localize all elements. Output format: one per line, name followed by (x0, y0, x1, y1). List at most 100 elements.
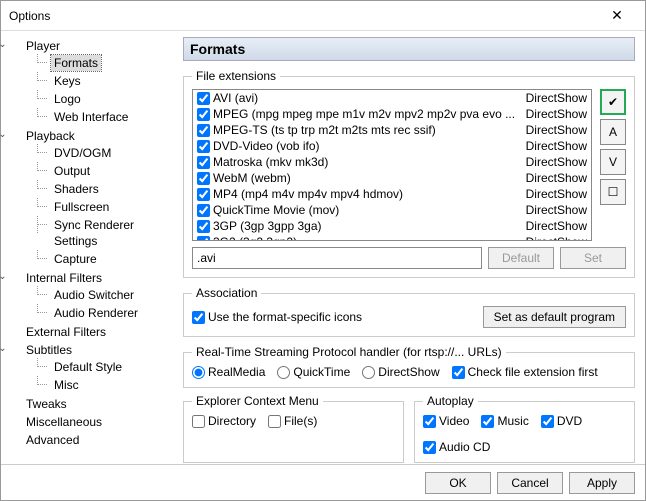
extension-source: DirectShow (526, 171, 587, 185)
extension-label: WebM (webm) (213, 171, 520, 185)
extension-source: DirectShow (526, 219, 587, 233)
use-icons-checkbox[interactable]: Use the format-specific icons (192, 310, 475, 324)
tree-web-interface[interactable]: Web Interface (37, 108, 175, 126)
tree-shaders[interactable]: Shaders (37, 180, 175, 198)
extension-label: MP4 (mp4 m4v mp4v mpv4 hdmov) (213, 187, 520, 201)
tree-sync[interactable]: Sync Renderer Settings (37, 216, 175, 250)
ctx-directory-checkbox[interactable]: Directory (192, 414, 256, 428)
content-area: ⌄Player Formats Keys Logo Web Interface … (1, 31, 645, 463)
set-button[interactable]: Set (560, 247, 626, 269)
tree-playback[interactable]: ⌄Playback DVD/OGM Output Shaders Fullscr… (9, 127, 175, 269)
default-button[interactable]: Default (488, 247, 554, 269)
extension-source: DirectShow (526, 107, 587, 121)
select-audio-button[interactable]: A (600, 119, 626, 145)
tree-audio-renderer[interactable]: Audio Renderer (37, 304, 175, 322)
autoplay-video-checkbox[interactable]: Video (423, 414, 469, 428)
check-icon: ✔ (608, 95, 618, 109)
autoplay-dvd-checkbox[interactable]: DVD (541, 414, 582, 428)
extension-item[interactable]: QuickTime Movie (mov) DirectShow (193, 202, 591, 218)
tree-capture[interactable]: Capture (37, 250, 175, 268)
chevron-down-icon[interactable]: ⌄ (0, 130, 8, 141)
tree-fullscreen[interactable]: Fullscreen (37, 198, 175, 216)
extension-checkbox[interactable] (197, 172, 210, 185)
tree-advanced[interactable]: Advanced (9, 431, 175, 449)
extension-label: QuickTime Movie (mov) (213, 203, 520, 217)
title-bar: Options ✕ (1, 1, 645, 31)
tree-subtitles-misc[interactable]: Misc (37, 376, 175, 394)
tree-logo[interactable]: Logo (37, 90, 175, 108)
tree-internal-filters[interactable]: ⌄Internal Filters Audio Switcher Audio R… (9, 269, 175, 323)
extension-source: DirectShow (526, 203, 587, 217)
extension-checkbox[interactable] (197, 108, 210, 121)
window-title: Options (9, 9, 597, 23)
extension-item[interactable]: MPEG (mpg mpeg mpe m1v m2v mpv2 mp2v pva… (193, 106, 591, 122)
set-default-program-button[interactable]: Set as default program (483, 306, 626, 328)
close-icon[interactable]: ✕ (597, 7, 637, 24)
association-group: Association Use the format-specific icon… (183, 286, 635, 337)
extension-checkbox[interactable] (197, 140, 210, 153)
extension-item[interactable]: WebM (webm) DirectShow (193, 170, 591, 186)
extension-item[interactable]: MP4 (mp4 m4v mp4v mpv4 hdmov)DirectShow (193, 186, 591, 202)
context-menu-legend: Explorer Context Menu (192, 394, 323, 408)
tree-external-filters[interactable]: External Filters (9, 323, 175, 341)
tree-subtitles[interactable]: ⌄Subtitles Default Style Misc (9, 341, 175, 395)
extension-input[interactable] (192, 247, 482, 269)
select-all-video-button[interactable]: ✔ (600, 89, 626, 115)
tree-tweaks[interactable]: Tweaks (9, 395, 175, 413)
file-extensions-group: File extensions AVI (avi)DirectShowMPEG … (183, 69, 635, 278)
rtsp-realmedia-radio[interactable]: RealMedia (192, 365, 265, 379)
extension-item[interactable]: AVI (avi)DirectShow (193, 90, 591, 106)
extension-checkbox[interactable] (197, 124, 210, 137)
tree-audio-switcher[interactable]: Audio Switcher (37, 286, 175, 304)
extension-label: 3GP (3gp 3gpp 3ga) (213, 219, 520, 233)
extension-item[interactable]: Matroska (mkv mk3d)DirectShow (193, 154, 591, 170)
cancel-button[interactable]: Cancel (497, 472, 563, 494)
extension-checkbox[interactable] (197, 156, 210, 169)
rtsp-directshow-radio[interactable]: DirectShow (362, 365, 439, 379)
select-none-button[interactable]: ☐ (600, 179, 626, 205)
tree-default-style[interactable]: Default Style (37, 358, 175, 376)
autoplay-group: Autoplay Video Music DVD Audio CD (414, 394, 635, 463)
uncheck-icon: ☐ (608, 185, 619, 199)
check-ext-first-checkbox[interactable]: Check file extension first (452, 365, 598, 379)
autoplay-legend: Autoplay (423, 394, 478, 408)
select-video-button[interactable]: V (600, 149, 626, 175)
tree-dvdogm[interactable]: DVD/OGM (37, 144, 175, 162)
extension-list[interactable]: AVI (avi)DirectShowMPEG (mpg mpeg mpe m1… (192, 89, 592, 241)
page-title: Formats (183, 37, 635, 61)
extension-source: DirectShow (526, 235, 587, 241)
tree-keys[interactable]: Keys (37, 72, 175, 90)
extension-checkbox[interactable] (197, 188, 210, 201)
extension-item[interactable]: 3G2 (3g2 3gp2) DirectShow (193, 234, 591, 241)
chevron-down-icon[interactable]: ⌄ (0, 272, 8, 283)
chevron-down-icon[interactable]: ⌄ (0, 40, 8, 51)
extension-checkbox[interactable] (197, 204, 210, 217)
extension-item[interactable]: DVD-Video (vob ifo)DirectShow (193, 138, 591, 154)
main-panel: Formats File extensions AVI (avi)DirectS… (179, 31, 645, 463)
file-extensions-legend: File extensions (192, 69, 280, 83)
dialog-footer: OK Cancel Apply (1, 464, 645, 500)
extension-label: MPEG (mpg mpeg mpe m1v m2v mpv2 mp2v pva… (213, 107, 520, 121)
apply-button[interactable]: Apply (569, 472, 635, 494)
autoplay-music-checkbox[interactable]: Music (481, 414, 528, 428)
tree-player[interactable]: ⌄Player Formats Keys Logo Web Interface (9, 37, 175, 127)
extension-label: 3G2 (3g2 3gp2) (213, 235, 520, 241)
extension-item[interactable]: 3GP (3gp 3gpp 3ga) DirectShow (193, 218, 591, 234)
extension-source: DirectShow (526, 139, 587, 153)
extension-item[interactable]: MPEG-TS (ts tp trp m2t m2ts mts rec ssif… (193, 122, 591, 138)
extension-checkbox[interactable] (197, 220, 210, 233)
extension-label: AVI (avi) (213, 91, 520, 105)
extension-checkbox[interactable] (197, 236, 210, 242)
tree-formats[interactable]: Formats (37, 54, 175, 72)
tree-output[interactable]: Output (37, 162, 175, 180)
rtsp-quicktime-radio[interactable]: QuickTime (277, 365, 350, 379)
rtsp-group: Real-Time Streaming Protocol handler (fo… (183, 345, 635, 388)
autoplay-audiocd-checkbox[interactable]: Audio CD (423, 440, 490, 454)
nav-tree: ⌄Player Formats Keys Logo Web Interface … (1, 31, 179, 463)
tree-miscellaneous[interactable]: Miscellaneous (9, 413, 175, 431)
extension-checkbox[interactable] (197, 92, 210, 105)
ctx-files-checkbox[interactable]: File(s) (268, 414, 317, 428)
chevron-down-icon[interactable]: ⌄ (0, 344, 8, 355)
extension-label: MPEG-TS (ts tp trp m2t m2ts mts rec ssif… (213, 123, 520, 137)
ok-button[interactable]: OK (425, 472, 491, 494)
